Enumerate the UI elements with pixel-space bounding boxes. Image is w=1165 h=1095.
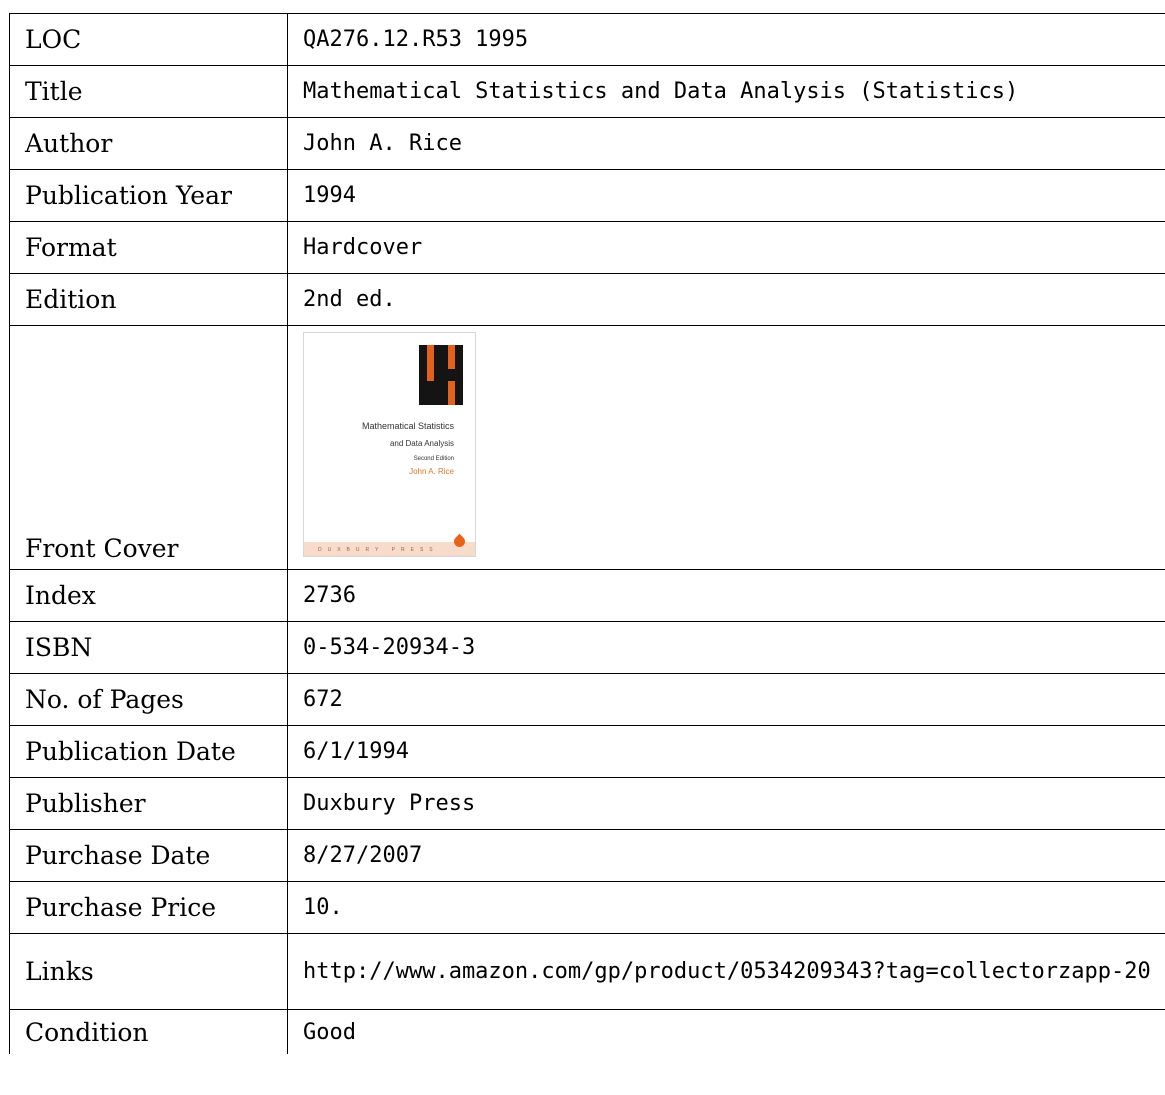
row-label: No. of Pages: [9, 673, 288, 726]
record-row-isbn: ISBN 0-534-20934-3: [9, 621, 1165, 674]
row-label: Author: [9, 117, 288, 170]
record-row-edition: Edition 2nd ed.: [9, 273, 1165, 326]
row-value: 10.: [287, 881, 1165, 934]
row-label: Front Cover: [9, 325, 288, 570]
record-row-publication-year: Publication Year 1994: [9, 169, 1165, 222]
row-value: 2nd ed.: [287, 273, 1165, 326]
row-label: Edition: [9, 273, 288, 326]
cover-graphic: [419, 345, 463, 405]
row-label: ISBN: [9, 621, 288, 674]
record-row-format: Format Hardcover: [9, 221, 1165, 274]
row-value: QA276.12.R53 1995: [287, 13, 1165, 66]
cover-title-line1: Mathematical Statistics: [361, 421, 454, 431]
record-row-title: Title Mathematical Statistics and Data A…: [9, 65, 1165, 118]
row-label: Publisher: [9, 777, 288, 830]
row-value: 0-534-20934-3: [287, 621, 1165, 674]
cover-cell: Mathematical Statistics and Data Analysi…: [287, 325, 1165, 570]
record-row-loc: LOC QA276.12.R53 1995: [9, 13, 1165, 66]
row-label: Purchase Price: [9, 881, 288, 934]
row-value: John A. Rice: [287, 117, 1165, 170]
row-label: Title: [9, 65, 288, 118]
record-row-condition: Condition Good: [9, 1009, 1165, 1054]
row-label: Format: [9, 221, 288, 274]
record-row-pages: No. of Pages 672: [9, 673, 1165, 726]
row-value: 6/1/1994: [287, 725, 1165, 778]
record-row-purchase-date: Purchase Date 8/27/2007: [9, 829, 1165, 882]
record-row-links: Links http://www.amazon.com/gp/product/0…: [9, 933, 1165, 1010]
row-label: Publication Year: [9, 169, 288, 222]
row-value: Duxbury Press: [287, 777, 1165, 830]
row-label: Condition: [9, 1009, 288, 1054]
row-label: Links: [9, 933, 288, 1010]
cover-title-line2: and Data Analysis: [389, 439, 454, 448]
book-record-table: LOC QA276.12.R53 1995 Title Mathematical…: [9, 13, 1165, 1054]
row-label: Publication Date: [9, 725, 288, 778]
row-value: Good: [287, 1009, 1165, 1054]
record-row-purchase-price: Purchase Price 10.: [9, 881, 1165, 934]
record-row-publisher: Publisher Duxbury Press: [9, 777, 1165, 830]
amazon-link[interactable]: http://www.amazon.com/gp/product/0534209…: [287, 933, 1165, 1010]
row-label: Purchase Date: [9, 829, 288, 882]
row-value: Mathematical Statistics and Data Analysi…: [287, 65, 1165, 118]
row-value: 1994: [287, 169, 1165, 222]
cover-publisher: DUXBURY PRESS: [318, 547, 439, 553]
row-value: Hardcover: [287, 221, 1165, 274]
front-cover-image: Mathematical Statistics and Data Analysi…: [303, 332, 476, 557]
row-value: 8/27/2007: [287, 829, 1165, 882]
row-label: LOC: [9, 13, 288, 66]
record-row-front-cover: Front Cover Mathematical Statistics and …: [9, 325, 1165, 570]
cover-author: John A. Rice: [409, 467, 454, 476]
row-value: 672: [287, 673, 1165, 726]
record-row-index: Index 2736: [9, 569, 1165, 622]
row-label: Index: [9, 569, 288, 622]
cover-edition: Second Edition: [413, 456, 454, 462]
record-row-publication-date: Publication Date 6/1/1994: [9, 725, 1165, 778]
row-value: 2736: [287, 569, 1165, 622]
record-row-author: Author John A. Rice: [9, 117, 1165, 170]
